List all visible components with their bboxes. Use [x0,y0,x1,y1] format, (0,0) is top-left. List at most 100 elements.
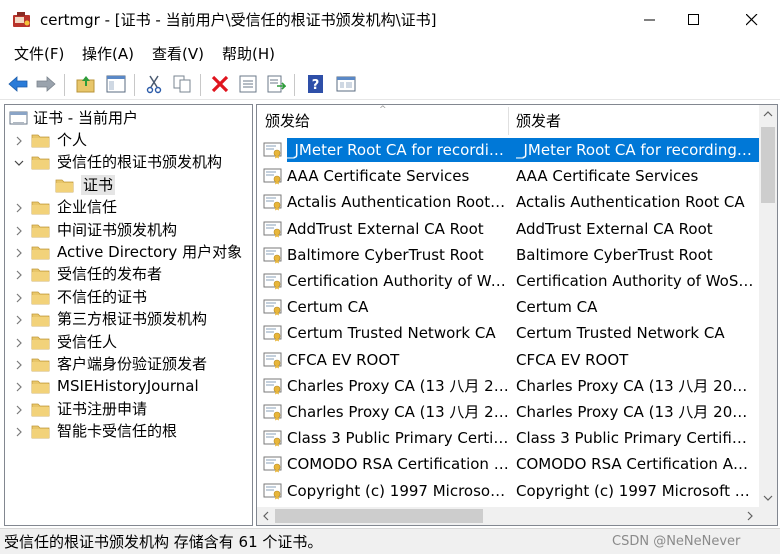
cell-issued-by: Actalis Authentication Root CA [516,193,745,212]
chevron-right-icon[interactable] [13,312,25,326]
folder-icon [31,400,51,418]
certificate-icon [263,246,283,264]
close-button[interactable] [726,0,778,40]
vertical-scroll-thumb[interactable] [761,127,775,203]
tree-item[interactable]: 证书 [5,174,252,196]
tree-item[interactable]: 受信任的发布者 [5,263,252,285]
certificate-icon [263,351,283,369]
help-icon: ? [308,75,323,93]
certificate-row[interactable]: Charles Proxy CA (13 八月 201... Charles Pr… [257,373,759,399]
tree-item[interactable]: 个人 [5,129,252,151]
certificate-icon [263,167,283,185]
status-text: 受信任的根证书颁发机构 存储含有 61 个证书。 [4,533,323,551]
certificate-manager-icon[interactable] [12,10,32,30]
scroll-left-button[interactable] [257,507,275,525]
certificate-row[interactable]: Actalis Authentication Root CA Actalis Au… [257,189,759,215]
tree-item[interactable]: 企业信任 [5,196,252,218]
menu-file[interactable]: 文件(F) [14,44,64,64]
tree-item-label: 受信任的发布者 [57,265,163,284]
cell-issued-by: AddTrust External CA Root [516,219,713,238]
cell-issued-to: Charles Proxy CA (13 八月 201... [287,403,509,421]
tree-item[interactable]: 受信任的根证书颁发机构 [5,151,252,173]
up-one-level-button[interactable] [74,72,98,96]
tree-item-label: 个人 [57,131,88,149]
certificate-row[interactable]: _JMeter Root CA for recording... _JMeter … [257,137,759,163]
scroll-up-button[interactable] [759,105,777,123]
forward-button[interactable] [34,72,58,96]
cell-issued-to: Certum Trusted Network CA [287,324,496,343]
scroll-down-button[interactable] [759,489,777,507]
vertical-scrollbar[interactable] [759,105,777,507]
tree-item[interactable]: 受信任人 [5,331,252,353]
certificate-icon [263,455,283,473]
console-button[interactable] [334,72,358,96]
scroll-right-button[interactable] [741,507,759,525]
certificate-row[interactable]: Baltimore CyberTrust Root Baltimore Cyber… [257,242,759,268]
chevron-right-icon[interactable] [13,223,25,237]
folder-icon [31,288,51,306]
delete-button[interactable] [208,72,232,96]
certificate-row[interactable]: AAA Certificate Services AAA Certificate … [257,163,759,189]
chevron-right-icon[interactable] [13,357,25,371]
tree-item[interactable]: 证书注册申请 [5,398,252,420]
certificate-row[interactable]: Certum CA Certum CA [257,294,759,320]
menu-action[interactable]: 操作(A) [82,44,134,64]
certificate-row[interactable]: AddTrust External CA Root AddTrust Extern… [257,216,759,242]
certificate-row[interactable]: Certum Trusted Network CA Certum Trusted … [257,320,759,346]
certificate-row[interactable]: Certification Authority of WoSi... Certif… [257,268,759,294]
chevron-right-icon[interactable] [13,379,25,393]
folder-icon [31,243,51,261]
tree-item[interactable]: 不信任的证书 [5,286,252,308]
toolbar-separator [64,74,65,96]
certificate-row[interactable]: Charles Proxy CA (13 八月 201... Charles Pr… [257,399,759,425]
chevron-right-icon[interactable] [13,290,25,304]
tree-root[interactable]: 证书 - 当前用户 [5,107,252,129]
menu-bar: 文件(F) 操作(A) 查看(V) 帮助(H) [0,40,780,68]
properties-button[interactable] [236,72,260,96]
certificate-icon [263,324,283,342]
copy-button[interactable] [170,72,194,96]
export-list-button[interactable] [264,72,288,96]
certificate-icon [263,403,283,421]
tree-item[interactable]: MSIEHistoryJournal [5,375,252,397]
chevron-right-icon[interactable] [13,200,25,214]
cell-issued-by: COMODO RSA Certification Aut... [516,455,754,474]
tree-item[interactable]: 客户端身份验证颁发者 [5,353,252,375]
certificate-row[interactable]: Class 3 Public Primary Certifica... Class… [257,425,759,451]
column-header-issued-by[interactable]: 颁发者 [508,105,759,137]
tree-item[interactable]: 智能卡受信任的根 [5,420,252,442]
menu-help[interactable]: 帮助(H) [222,44,275,64]
chevron-right-icon[interactable] [13,133,25,147]
certificate-icon [263,220,283,238]
certificate-row[interactable]: CFCA EV ROOT CFCA EV ROOT [257,347,759,373]
tree-item-label: 证书注册申请 [57,399,148,418]
chevron-right-icon[interactable] [13,424,25,438]
menu-view[interactable]: 查看(V) [152,44,204,64]
show-hide-tree-button[interactable] [104,72,128,96]
chevron-right-icon[interactable] [13,402,25,416]
back-button[interactable] [6,72,30,96]
column-header-issued-to[interactable]: 颁发给 [257,105,507,137]
maximize-button[interactable] [668,0,720,40]
folder-icon [31,333,51,351]
certificate-icon [263,298,283,316]
tree-item-label: 证书 [81,174,116,195]
cut-button[interactable] [142,72,166,96]
certificate-row[interactable]: COMODO RSA Certification A... COMODO RSA … [257,451,759,477]
cell-issued-by: AAA Certificate Services [516,167,699,186]
cell-issued-to: Baltimore CyberTrust Root [287,245,484,264]
tree-item-label: MSIEHistoryJournal [57,377,199,396]
chevron-right-icon[interactable] [13,245,25,259]
cell-issued-to: Copyright (c) 1997 Microsoft C... [287,481,509,500]
help-button[interactable]: ? [304,72,328,96]
horizontal-scroll-thumb[interactable] [275,509,483,523]
tree-item[interactable]: Active Directory 用户对象 [5,241,252,263]
folder-icon [31,153,51,171]
chevron-right-icon[interactable] [13,335,25,349]
tree-item[interactable]: 中间证书颁发机构 [5,219,252,241]
chevron-right-icon[interactable] [13,267,25,281]
tree-item[interactable]: 第三方根证书颁发机构 [5,308,252,330]
certificate-row[interactable]: Copyright (c) 1997 Microsoft C... Copyrig… [257,478,759,504]
chevron-down-icon[interactable] [13,155,25,169]
horizontal-scrollbar[interactable] [257,507,759,525]
